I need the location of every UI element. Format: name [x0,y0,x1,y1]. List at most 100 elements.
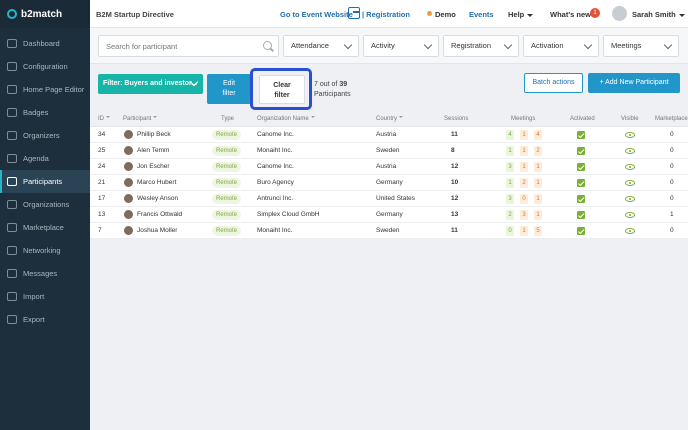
meetings-declined: 1 [534,162,542,172]
header-participant[interactable]: Participant [123,116,158,122]
user-menu[interactable]: Sarah Smith [632,10,685,19]
filter-label: Filter: Buyers and investor... [103,80,198,87]
sidebar-item-agenda[interactable]: Agenda [0,147,90,170]
type-badge: Remote [212,130,242,140]
topbar: B2M Startup Directive Go to Event Websit… [90,0,688,28]
visible-eye-icon[interactable] [625,196,635,202]
participant-name[interactable]: Phillip Beck [137,131,171,138]
filter-bar: Attendance Activity Registration Activat… [90,28,688,64]
sidebar-item-messages[interactable]: Messages [0,262,90,285]
sidebar-item-marketplace[interactable]: Marketplace [0,216,90,239]
table-row[interactable]: 17 Wesley Anson Remote Antrunci Inc. United … [90,191,688,207]
activated-checkbox[interactable] [577,195,585,203]
marketplace-count: 0 [670,147,674,154]
import-icon [7,292,17,301]
registration-dropdown[interactable]: Registration [443,35,519,57]
activated-checkbox[interactable] [577,227,585,235]
visible-eye-icon[interactable] [625,180,635,186]
organization-name: Canome Inc. [257,131,294,138]
visible-eye-icon[interactable] [625,164,635,170]
user-avatar[interactable] [612,6,627,21]
visible-eye-icon[interactable] [625,228,635,234]
sidebar-item-export[interactable]: Export [0,308,90,331]
batch-actions-button[interactable]: Batch actions [524,73,583,93]
notification-badge: 1 [590,8,600,18]
go-to-event-link[interactable]: Go to Event Website [280,10,353,19]
help-menu[interactable]: Help [508,10,534,19]
header-country[interactable]: Country [376,116,404,122]
meetings-pending: 1 [520,226,528,236]
sidebar-item-label: Messages [23,269,58,278]
registration-icon[interactable] [348,7,360,19]
home-editor-icon [7,85,17,94]
sort-icon [153,116,158,121]
header-id[interactable]: ID [98,116,110,122]
sidebar-item-dashboard[interactable]: Dashboard [0,32,90,55]
participant-name[interactable]: Jon Escher [137,163,170,170]
table-row[interactable]: 34 Phillip Beck Remote Canome Inc. Austria 11… [90,127,688,143]
attendance-dropdown[interactable]: Attendance [283,35,359,57]
edit-filter-button[interactable]: Edit filter [207,74,251,104]
table-row[interactable]: 25 Alen Temm Remote Monaiht Inc. Sweden 8 1 1 2 0 [90,143,688,159]
type-badge: Remote [212,210,242,220]
events-link[interactable]: Events [469,10,494,19]
sidebar-item-participants[interactable]: Participants [0,170,90,193]
participant-name[interactable]: Joshua Moller [137,227,177,234]
sessions-count: 12 [451,163,459,170]
activity-dropdown[interactable]: Activity [363,35,439,57]
activated-checkbox[interactable] [577,211,585,219]
sidebar-item-import[interactable]: Import [0,285,90,308]
activated-checkbox[interactable] [577,163,585,171]
visible-eye-icon[interactable] [625,212,635,218]
participant-name[interactable]: Francis Ottwald [137,211,182,218]
visible-eye-icon[interactable] [625,132,635,138]
brand[interactable]: b2match [0,0,90,28]
add-participant-label: Add New Participant [605,79,669,86]
agenda-icon [7,154,17,163]
demo-status-dot-icon [427,11,432,16]
sidebar-item-organizers[interactable]: Organizers [0,124,90,147]
participant-name[interactable]: Marco Hubert [137,179,176,186]
type-badge: Remote [212,146,242,156]
activated-checkbox[interactable] [577,179,585,187]
search-icon[interactable] [263,41,272,50]
country: Sweden [376,147,400,154]
add-participant-button[interactable]: + Add New Participant [588,73,680,93]
type-badge: Remote [212,162,242,172]
table-row[interactable]: 21 Marco Hubert Remote Buro Agency Germany 10… [90,175,688,191]
meetings-pending: 0 [520,194,528,204]
activated-checkbox[interactable] [577,131,585,139]
table-row[interactable]: 7 Joshua Moller Remote Monaiht Inc. Sweden 11… [90,223,688,239]
participant-name[interactable]: Alen Temm [137,147,169,154]
whats-new-link[interactable]: What's new [550,10,591,19]
attendance-label: Attendance [291,41,329,50]
sidebar-item-configuration[interactable]: Configuration [0,55,90,78]
visible-eye-icon[interactable] [625,148,635,154]
search-input[interactable] [98,35,279,57]
demo-link[interactable]: Demo [435,10,456,19]
clear-filter-button[interactable]: Clear filter [259,75,305,104]
participant-name[interactable]: Wesley Anson [137,195,178,202]
sidebar-item-home-page-editor[interactable]: Home Page Editor [0,78,90,101]
sidebar-item-networking[interactable]: Networking [0,239,90,262]
sidebar-item-organizations[interactable]: Organizations [0,193,90,216]
count-total: 39 [339,81,348,88]
chevron-down-icon [583,40,593,50]
registration-link[interactable]: | Registration [362,10,410,19]
activated-checkbox[interactable] [577,147,585,155]
meetings-accepted: 3 [506,162,514,172]
sidebar-item-label: Home Page Editor [23,85,85,94]
meetings-dropdown[interactable]: Meetings [603,35,679,57]
sessions-count: 13 [451,211,459,218]
table-row[interactable]: 13 Francis Ottwald Remote Simplex Cloud Gmb… [90,207,688,223]
country: Germany [376,211,403,218]
activity-label: Activity [371,41,395,50]
activation-dropdown[interactable]: Activation [523,35,599,57]
dashboard-icon [7,39,17,48]
saved-filter-dropdown[interactable]: Filter: Buyers and investor... [98,74,203,94]
country: Austria [376,131,397,138]
table-row[interactable]: 24 Jon Escher Remote Canome Inc. Austria 12 3 1… [90,159,688,175]
header-organization[interactable]: Organization Name [257,116,315,122]
sidebar-item-badges[interactable]: Badges [0,101,90,124]
edit-filter-label-line2: filter [222,90,236,97]
